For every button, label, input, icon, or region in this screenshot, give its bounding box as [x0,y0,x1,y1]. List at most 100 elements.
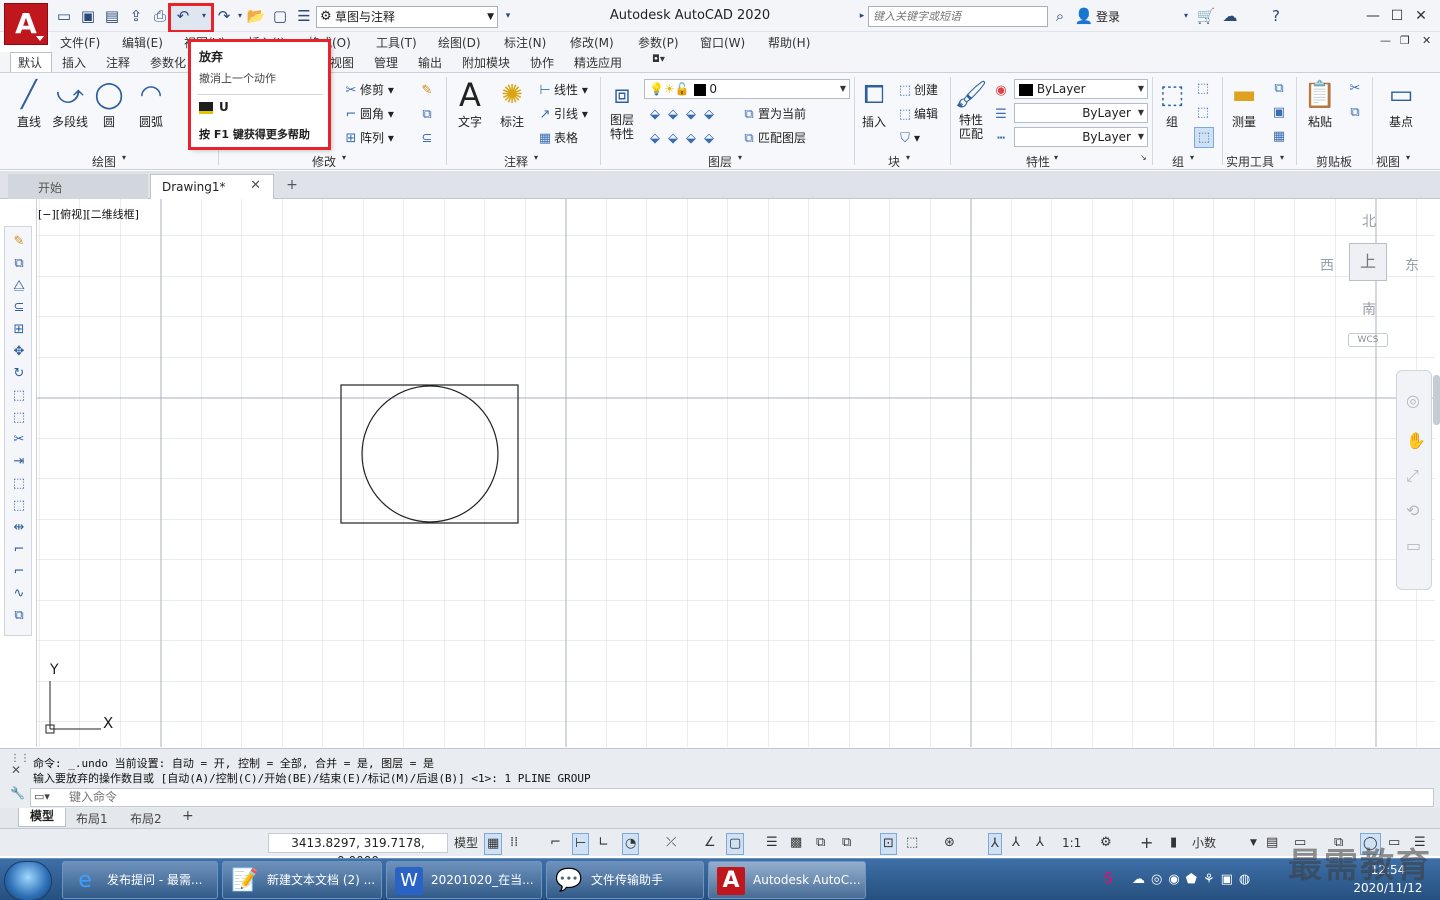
panel-label-clipboard[interactable]: 剪贴板 [1316,153,1352,170]
snap-icon[interactable]: ⁞⁞ [510,833,518,853]
dynamic-input-icon[interactable]: ⊢ [572,833,590,855]
undo-icon[interactable]: ↶ [173,6,193,26]
leader-tool[interactable]: ↗ 引线 ▾ [536,105,588,124]
login-dropdown-icon[interactable]: ▾ [1176,6,1196,26]
tab-output[interactable]: 输出 [418,54,442,71]
modify-expand-icon[interactable]: ▾ [342,153,346,162]
menubar-restore-icon[interactable]: ❐ [1400,34,1410,47]
block-attribute-tool[interactable]: ⛉ ▾ [896,129,920,148]
array-icon[interactable]: ⊞ [9,321,29,339]
measure-tool[interactable]: ▬ 测量 [1226,79,1262,130]
array-tool[interactable]: ⊞ 阵列 ▾ [342,129,394,148]
gizmo-icon[interactable]: ⊛ [944,833,955,853]
ribbon-toggle-icon[interactable]: ◘▾ [652,54,665,65]
tray-sogou-icon[interactable]: S [1104,871,1113,887]
tab-layout2[interactable]: 布局2 [130,810,162,827]
command-close-icon[interactable]: ✕ [11,763,21,777]
panel-label-properties[interactable]: 特性 [1026,153,1050,170]
layers-expand-icon[interactable]: ▾ [738,153,742,162]
selection-cycling-icon[interactable]: ⧉ [816,833,825,853]
command-prompt-icon[interactable]: ▭▾ [34,790,50,803]
menu-draw[interactable]: 绘图(D) [438,34,481,51]
offset-icon[interactable]: ⊆ [9,299,29,317]
panel-label-layers[interactable]: 图层 [708,153,732,170]
menubar-close-icon[interactable]: ✕ [1422,34,1431,47]
units-dropdown-icon[interactable]: ▼ [1250,833,1257,853]
stretch-icon[interactable]: ⬚ [9,409,29,427]
copy-tool[interactable]: ⧉ [418,105,436,124]
wcs-menu[interactable]: WCS [1348,333,1388,347]
taskbar-notepad[interactable]: 📝 新建文本文档 (2) ... [222,861,382,899]
mirror-icon[interactable]: ⧋ [9,277,29,295]
tab-home[interactable]: 默认 [18,54,42,71]
tab-start[interactable]: 开始 [8,174,148,199]
lineweight-toggle-icon[interactable]: ☰ [766,833,778,853]
viewcube-east[interactable]: 东 [1405,255,1419,275]
text-tool[interactable]: A 文字 [452,79,488,130]
match-properties-tool[interactable]: 🖌 特性匹配 [954,79,988,141]
viewcube-top-face[interactable]: 上 [1349,243,1387,281]
base-view-tool[interactable]: ▭ 基点 [1378,79,1424,130]
layer-select[interactable]: 💡☀🔓 0 ▼ [644,79,850,99]
start-button[interactable] [4,861,52,900]
add-layout-icon[interactable]: + [182,808,194,824]
arc-tool[interactable]: ◠ 圆弧 [134,79,168,130]
layer-tools-row2[interactable]: ⬙ ⬙ ⬙ ⬙ [646,129,718,148]
workspace-select[interactable]: ⚙ 草图与注释 ▼ [316,6,498,28]
set-current-tool[interactable]: ⧉ 置为当前 [740,105,806,124]
table-tool[interactable]: ▦ 表格 [536,129,578,148]
a360-icon[interactable]: ☁ [1220,6,1240,26]
dynamic-ucs-icon[interactable]: ⊡ [880,833,897,855]
properties-icon[interactable]: ☰ [294,6,314,26]
tab-model[interactable]: 模型 [18,808,66,827]
new-tab-icon[interactable]: + [282,177,302,193]
tab-layout1[interactable]: 布局1 [76,810,108,827]
menu-edit[interactable]: 编辑(E) [122,34,163,51]
menu-tools[interactable]: 工具(T) [376,34,417,51]
help-icon[interactable]: ? [1266,6,1286,26]
block-expand-icon[interactable]: ▾ [906,153,910,162]
rotate-icon[interactable]: ↻ [9,365,29,383]
viewcube-west[interactable]: 西 [1320,255,1334,275]
panel-label-view[interactable]: 视图 [1376,153,1400,170]
tab-collaborate[interactable]: 协作 [530,54,554,71]
panel-label-modify[interactable]: 修改 [312,153,336,170]
taskbar-autocad[interactable]: A Autodesk AutoC... [708,861,866,899]
linear-tool[interactable]: ⊢ 线性 ▾ [536,81,588,100]
viewcube[interactable]: 北 西 东 南 上 WCS [1310,205,1430,355]
transparency-icon[interactable]: ▩ [790,833,802,853]
viewcube-south[interactable]: 南 [1362,299,1376,319]
group-edit-tool[interactable]: ⬚ [1194,103,1212,122]
create-block-tool[interactable]: ⬚ 创建 [896,81,938,100]
erase-icon[interactable]: ✎ [9,233,29,251]
scale-icon[interactable]: ⬚ [9,387,29,405]
command-input[interactable]: 键入命令 [30,788,1434,807]
taskbar-word[interactable]: W 20201020_在当... [386,861,542,899]
new-icon[interactable]: ▭ [54,6,74,26]
dimension-tool[interactable]: ✺ 标注 [494,79,530,130]
maximize-icon[interactable]: ☐ [1386,6,1408,26]
taskbar-wechat[interactable]: 💬 文件传输助手 [546,861,704,899]
coordinates-display[interactable]: 3413.8297, 319.7178, 0.0000 [268,833,448,868]
new-sheet-icon[interactable]: ▢ [270,6,290,26]
steering-wheel-icon[interactable]: ◎ [1406,391,1420,410]
extend-icon[interactable]: ⇥ [9,453,29,471]
polar-icon[interactable]: ◔ [622,833,640,855]
menu-parametric[interactable]: 参数(P) [638,34,679,51]
workspace-switch-icon[interactable]: ⚙ [1100,833,1112,853]
select-all-tool[interactable]: ▣ [1270,103,1288,122]
annotation-scale-icon[interactable]: ⅄ [1036,833,1044,853]
3d-osnap-icon[interactable]: ⧉ [842,833,851,853]
viewcube-north[interactable]: 北 [1362,211,1376,231]
lineweight-select[interactable]: ByLayer ▼ [1014,103,1148,123]
tab-addins[interactable]: 附加模块 [462,54,510,71]
publish-icon[interactable]: ⇪ [126,6,146,26]
panel-label-utilities[interactable]: 实用工具 [1226,153,1274,170]
application-menu-button[interactable]: A [4,3,48,45]
tab-featured-apps[interactable]: 精选应用 [574,54,622,71]
cart-icon[interactable]: 🛒 [1196,6,1216,26]
explode-icon[interactable]: ⧉ [9,607,29,625]
calculator-tool[interactable]: ▦ [1270,127,1288,146]
group-tool[interactable]: ⬚ 组 [1156,79,1188,130]
close-icon[interactable]: ✕ [1410,6,1432,26]
